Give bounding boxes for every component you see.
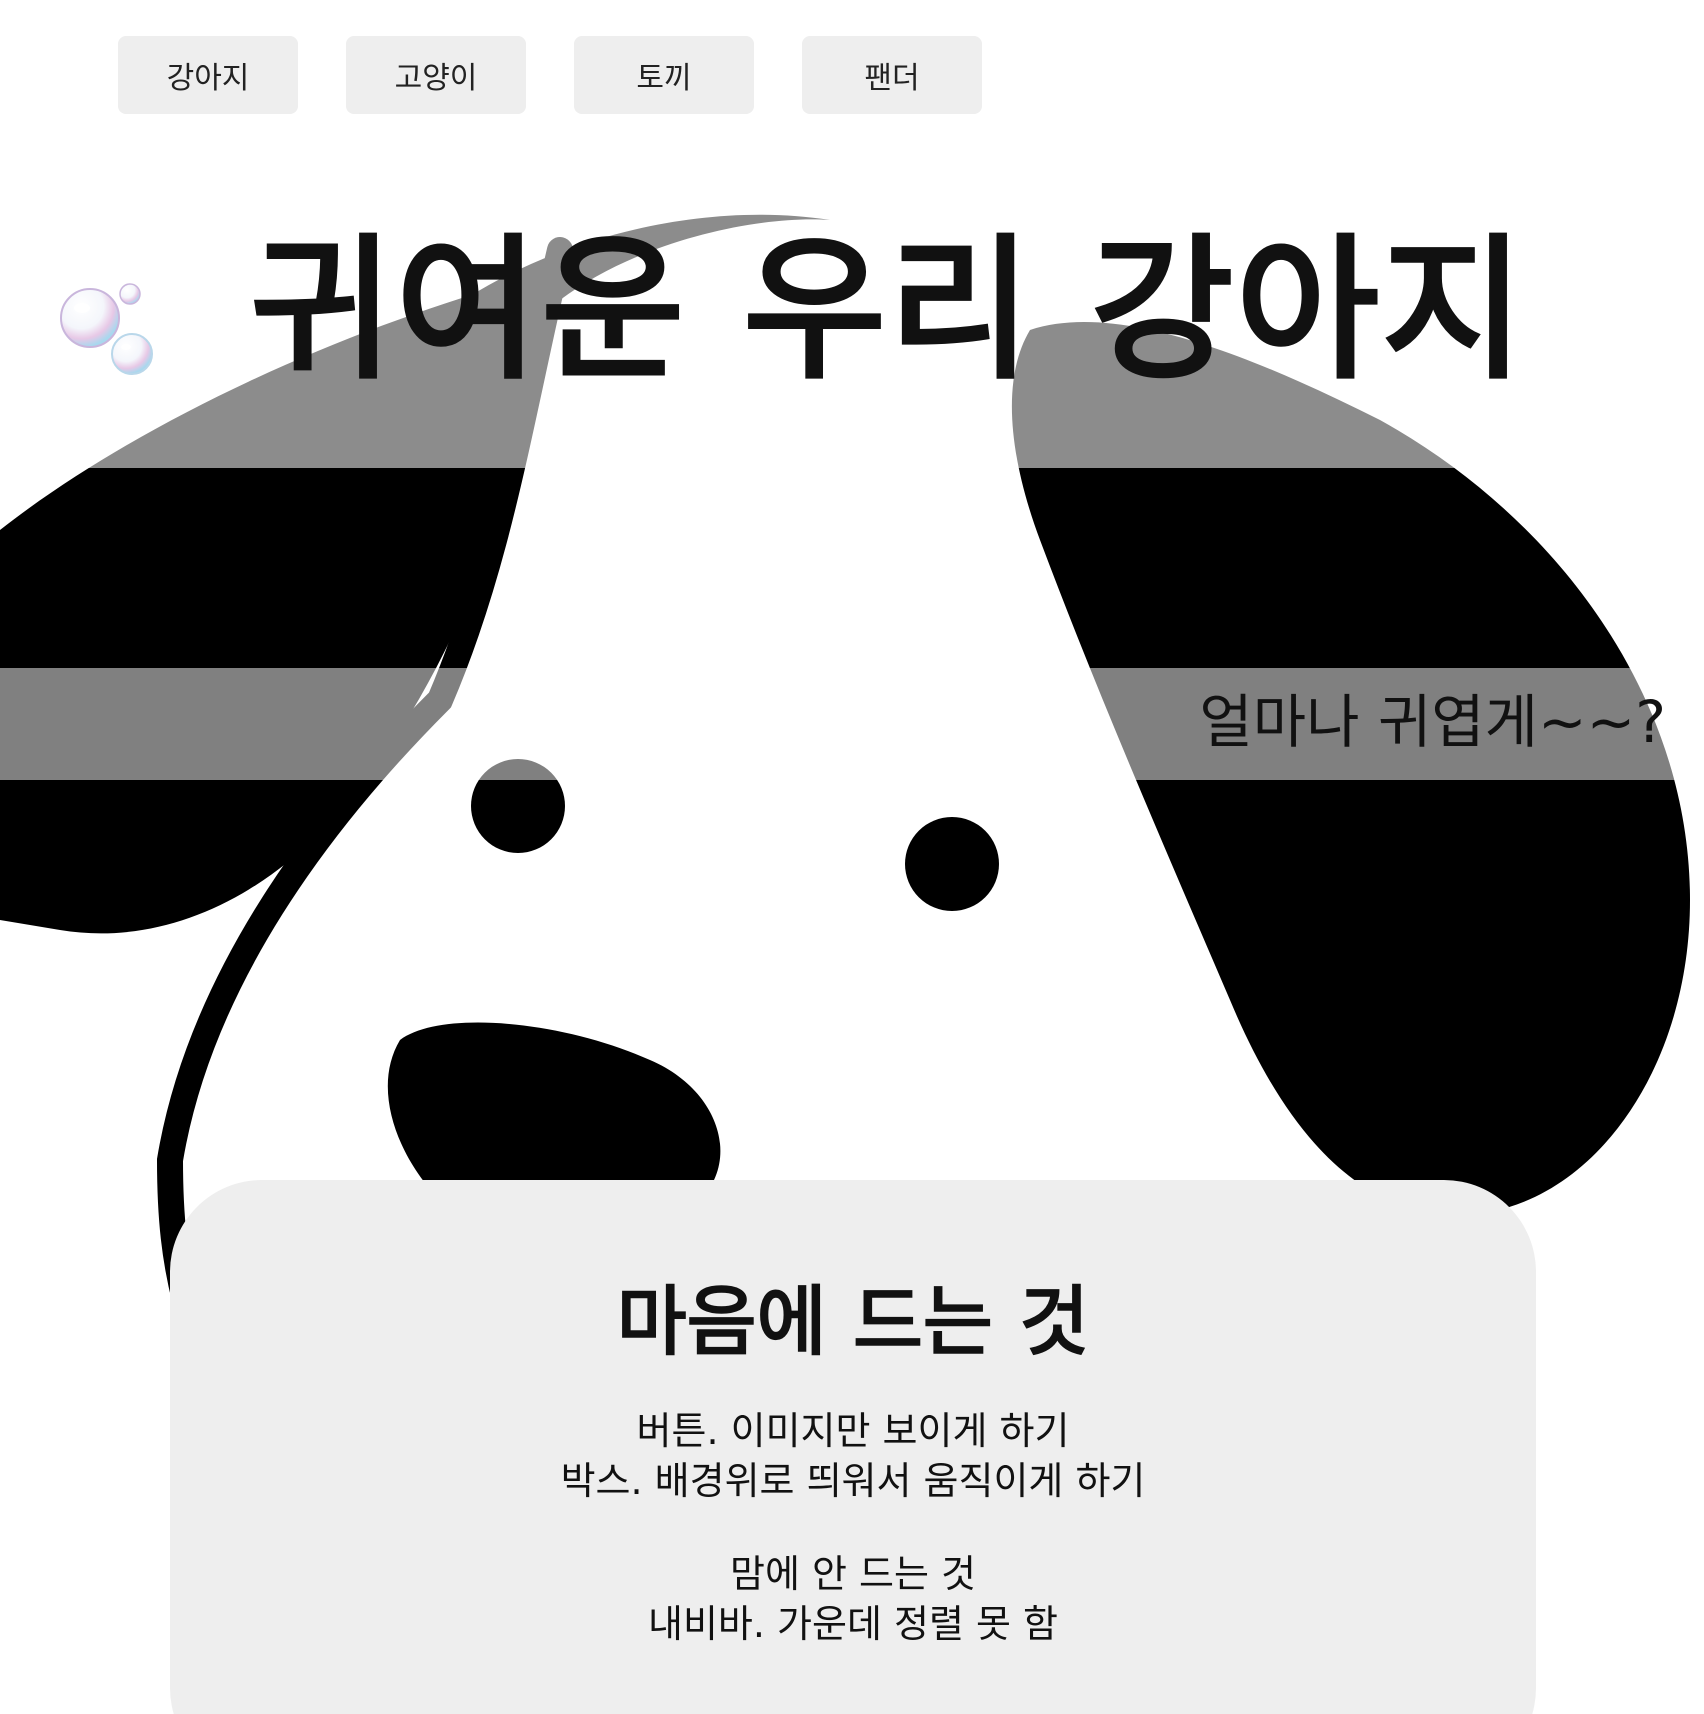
nav-button-cat[interactable]: 고양이 [346,36,526,114]
likes-list: 버튼. 이미지만 보이게 하기 박스. 배경위로 띄워서 움직이게 하기 [170,1407,1536,1506]
nav-button-panda[interactable]: 팬더 [802,36,982,114]
dog-right-eye [905,817,999,911]
top-nav: 강아지 고양이 토끼 팬더 [118,36,982,114]
dislikes-list: 맘에 안 드는 것 내비바. 가운데 정렬 못 함 [170,1550,1536,1649]
content-card: 마음에 드는 것 버튼. 이미지만 보이게 하기 박스. 배경위로 띄워서 움직… [170,1180,1536,1714]
likes-item: 박스. 배경위로 띄워서 움직이게 하기 [560,1458,1146,1503]
nav-button-dog[interactable]: 강아지 [118,36,298,114]
bubbles-icon [60,283,153,375]
dog-nose [387,1022,721,1200]
nav-button-rabbit[interactable]: 토끼 [574,36,754,114]
page-subtitle: 얼마나 귀엽게~~? [1199,688,1666,756]
page: 강아지 고양이 토끼 팬더 귀여운 우리 강아지 얼마나 귀엽게~~? 마음에 … [0,0,1704,1714]
likes-item: 버튼. 이미지만 보이게 하기 [636,1409,1070,1454]
dislikes-item: 내비바. 가운데 정렬 못 함 [648,1601,1058,1646]
page-title: 귀여운 우리 강아지 [250,219,1527,401]
dislikes-title: 맘에 안 드는 것 [730,1552,976,1597]
card-heading: 마음에 드는 것 [616,1277,1090,1366]
